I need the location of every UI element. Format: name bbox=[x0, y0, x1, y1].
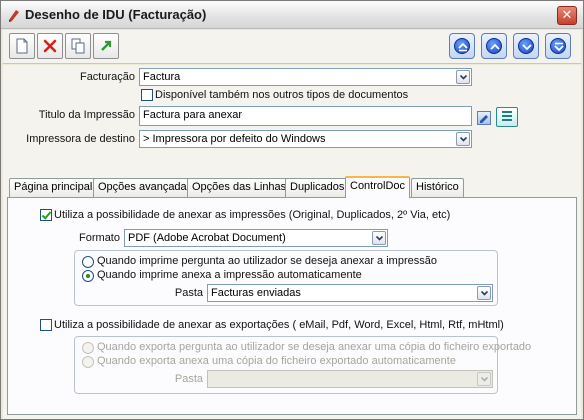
disponivel-label: Disponível também nos outros tipos de do… bbox=[155, 89, 409, 101]
formato-select[interactable]: PDF (Adobe Acrobat Document) bbox=[124, 229, 388, 247]
previous-record-button[interactable] bbox=[481, 33, 507, 59]
tab-opcoes-linhas[interactable]: Opções das Linhas bbox=[187, 178, 292, 197]
chevron-down-icon[interactable] bbox=[477, 286, 491, 300]
imp-auto-label: Quando imprime anexa a impressão automat… bbox=[97, 269, 362, 281]
chevron-down-icon[interactable] bbox=[456, 70, 470, 84]
copy-button[interactable] bbox=[65, 33, 91, 59]
tab-strip: Página principal Opções avançadas Opções… bbox=[7, 176, 577, 198]
exp-auto-label: Quando exporta anexa uma cópia do fichei… bbox=[97, 355, 456, 367]
anexar-impressoes-label: Utiliza a possibilidade de anexar as imp… bbox=[54, 209, 451, 221]
delete-icon bbox=[43, 39, 57, 53]
list-icon[interactable] bbox=[496, 107, 518, 127]
tab-controldoc[interactable]: ControlDoc bbox=[345, 176, 411, 198]
controldoc-tab-panel: Utiliza a possibilidade de anexar as imp… bbox=[7, 197, 577, 415]
titulo-value: Factura para anexar bbox=[143, 109, 243, 121]
anexar-impressoes-checkbox[interactable] bbox=[40, 209, 52, 221]
exp-ask-radio[interactable] bbox=[82, 342, 94, 354]
exp-pasta-label: Pasta bbox=[174, 373, 203, 385]
formato-label: Formato bbox=[79, 232, 120, 244]
new-document-icon bbox=[16, 38, 28, 54]
anexar-exportacoes-checkbox[interactable] bbox=[40, 319, 52, 331]
close-button[interactable]: ✕ bbox=[557, 6, 577, 25]
titulo-input[interactable]: Factura para anexar bbox=[139, 106, 472, 126]
title-bar: Desenho de IDU (Facturação) ✕ bbox=[1, 1, 583, 29]
pasta-label: Pasta bbox=[174, 287, 203, 299]
last-record-button[interactable] bbox=[545, 33, 571, 59]
impressao-options-group: Quando imprime pergunta ao utilizador se… bbox=[74, 250, 498, 306]
impressora-label: Impressora de destino bbox=[26, 133, 135, 145]
toolbar bbox=[3, 30, 581, 64]
imp-ask-radio[interactable] bbox=[82, 256, 94, 268]
impressora-value: > Impressora por defeito do Windows bbox=[143, 133, 326, 145]
window-title: Desenho de IDU (Facturação) bbox=[25, 7, 207, 22]
disponivel-checkbox[interactable] bbox=[141, 89, 153, 101]
tab-historico[interactable]: Histórico bbox=[411, 178, 464, 197]
new-document-button[interactable] bbox=[9, 33, 35, 59]
window: Desenho de IDU (Facturação) ✕ Facturação… bbox=[0, 0, 584, 420]
tab-pagina-principal[interactable]: Página principal bbox=[9, 178, 98, 197]
chevron-down-icon[interactable] bbox=[456, 132, 470, 146]
facturacao-label: Facturação bbox=[79, 71, 135, 83]
first-record-button[interactable] bbox=[449, 33, 475, 59]
chevron-down-icon[interactable] bbox=[477, 372, 491, 386]
formato-value: PDF (Adobe Acrobat Document) bbox=[128, 232, 286, 244]
app-icon bbox=[9, 10, 19, 22]
facturacao-value: Factura bbox=[143, 71, 181, 83]
exp-pasta-select[interactable] bbox=[207, 370, 493, 388]
tab-opcoes-avancadas[interactable]: Opções avançadas bbox=[93, 178, 198, 197]
imp-ask-label: Quando imprime pergunta ao utilizador se… bbox=[97, 255, 437, 267]
titulo-label: Titulo da Impressão bbox=[38, 109, 135, 121]
copy-icon bbox=[71, 38, 85, 54]
imp-auto-radio[interactable] bbox=[82, 270, 94, 282]
export-button[interactable] bbox=[93, 33, 119, 59]
tab-duplicados[interactable]: Duplicados bbox=[285, 178, 350, 197]
impressora-select[interactable]: > Impressora por defeito do Windows bbox=[139, 130, 472, 148]
next-record-button[interactable] bbox=[513, 33, 539, 59]
pasta-select[interactable]: Facturas enviadas bbox=[207, 284, 493, 302]
edit-title-icon[interactable] bbox=[477, 111, 491, 125]
delete-button[interactable] bbox=[37, 33, 63, 59]
anexar-exportacoes-label: Utiliza a possibilidade de anexar as exp… bbox=[54, 319, 504, 331]
chevron-down-icon[interactable] bbox=[372, 231, 386, 245]
pasta-value: Facturas enviadas bbox=[211, 287, 301, 299]
exp-auto-radio[interactable] bbox=[82, 356, 94, 368]
main-panel: Facturação Factura Disponível também nos… bbox=[3, 65, 581, 419]
export-icon bbox=[101, 40, 112, 51]
exp-ask-label: Quando exporta pergunta ao utilizador se… bbox=[97, 341, 532, 353]
facturacao-select[interactable]: Factura bbox=[139, 68, 472, 86]
exportacao-options-group: Quando exporta pergunta ao utilizador se… bbox=[74, 336, 531, 394]
